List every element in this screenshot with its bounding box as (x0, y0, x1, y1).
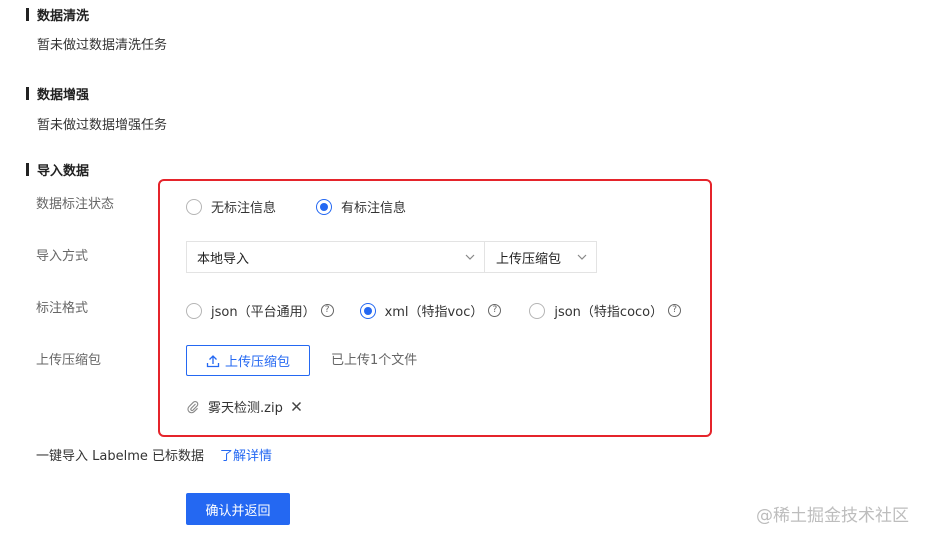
import-source-select[interactable]: 本地导入 (186, 241, 485, 273)
help-circle-icon[interactable]: ? (668, 304, 682, 317)
radio-circle (316, 198, 333, 215)
augmentation-empty-text: 暂未做过数据增强任务 (37, 118, 168, 133)
close-icon[interactable] (291, 401, 302, 412)
section-title-augmentation: 数据增强 (26, 85, 90, 103)
select-value: 上传压缩包 (496, 251, 562, 267)
chevron-down-icon (576, 251, 588, 263)
radio-label: json（平台通用） (211, 305, 316, 320)
radio-circle (186, 302, 202, 319)
annotation-status-radio-group: 无标注信息 有标注信息 (186, 197, 428, 216)
section-title-text: 数据清洗 (37, 8, 90, 24)
section-marker (26, 7, 29, 21)
radio-no-annotation[interactable]: 无标注信息 (186, 197, 276, 216)
uploaded-file-item: 雾天检测.zip (186, 397, 302, 416)
radio-format-json-platform[interactable]: json（平台通用） ? (186, 301, 334, 320)
chevron-down-icon (464, 251, 476, 263)
radio-format-xml-voc[interactable]: xml（特指voc） ? (359, 301, 502, 320)
radio-circle (359, 302, 376, 319)
import-method-label: 导入方式 (36, 249, 89, 264)
details-link[interactable]: 了解详情 (220, 449, 272, 465)
cleaning-empty-text: 暂未做过数据清洗任务 (37, 38, 168, 53)
radio-label: xml（特指voc） (384, 305, 484, 320)
section-marker (26, 162, 29, 176)
radio-format-json-coco[interactable]: json（特指coco） ? (529, 301, 682, 320)
section-title-text: 导入数据 (37, 163, 90, 179)
help-circle-icon[interactable]: ? (488, 304, 502, 317)
upload-label: 上传压缩包 (36, 353, 102, 368)
file-name: 雾天检测.zip (208, 401, 283, 416)
upload-archive-button[interactable]: 上传压缩包 (186, 345, 310, 376)
uploaded-count-text: 已上传1个文件 (331, 353, 418, 368)
labelme-text: 一键导入 Labelme 已标数据 (36, 449, 204, 464)
section-marker (26, 86, 29, 100)
section-title-import: 导入数据 (26, 161, 90, 179)
radio-label: json（特指coco） (554, 305, 664, 320)
labelme-import-note: 一键导入 Labelme 已标数据 了解详情 (36, 449, 272, 465)
annotation-status-label: 数据标注状态 (36, 197, 115, 212)
radio-circle (186, 198, 202, 215)
annotation-format-label: 标注格式 (36, 301, 89, 316)
radio-circle (529, 302, 546, 319)
confirm-return-button[interactable]: 确认并返回 (186, 493, 290, 525)
section-title-text: 数据增强 (37, 87, 90, 103)
annotation-format-radio-group: json（平台通用） ? xml（特指voc） ? json（特指coco） ? (186, 301, 703, 320)
select-value: 本地导入 (197, 251, 250, 267)
radio-label: 无标注信息 (211, 201, 277, 216)
help-circle-icon[interactable]: ? (320, 304, 334, 317)
upload-button-label: 上传压缩包 (224, 355, 290, 370)
radio-label: 有标注信息 (341, 201, 407, 216)
radio-has-annotation[interactable]: 有标注信息 (316, 197, 406, 216)
import-type-select[interactable]: 上传压缩包 (484, 241, 597, 273)
section-title-cleaning: 数据清洗 (26, 6, 90, 24)
paperclip-icon (186, 400, 200, 414)
upload-icon (206, 354, 220, 367)
watermark-text: @稀土掘金技术社区 (756, 506, 909, 526)
